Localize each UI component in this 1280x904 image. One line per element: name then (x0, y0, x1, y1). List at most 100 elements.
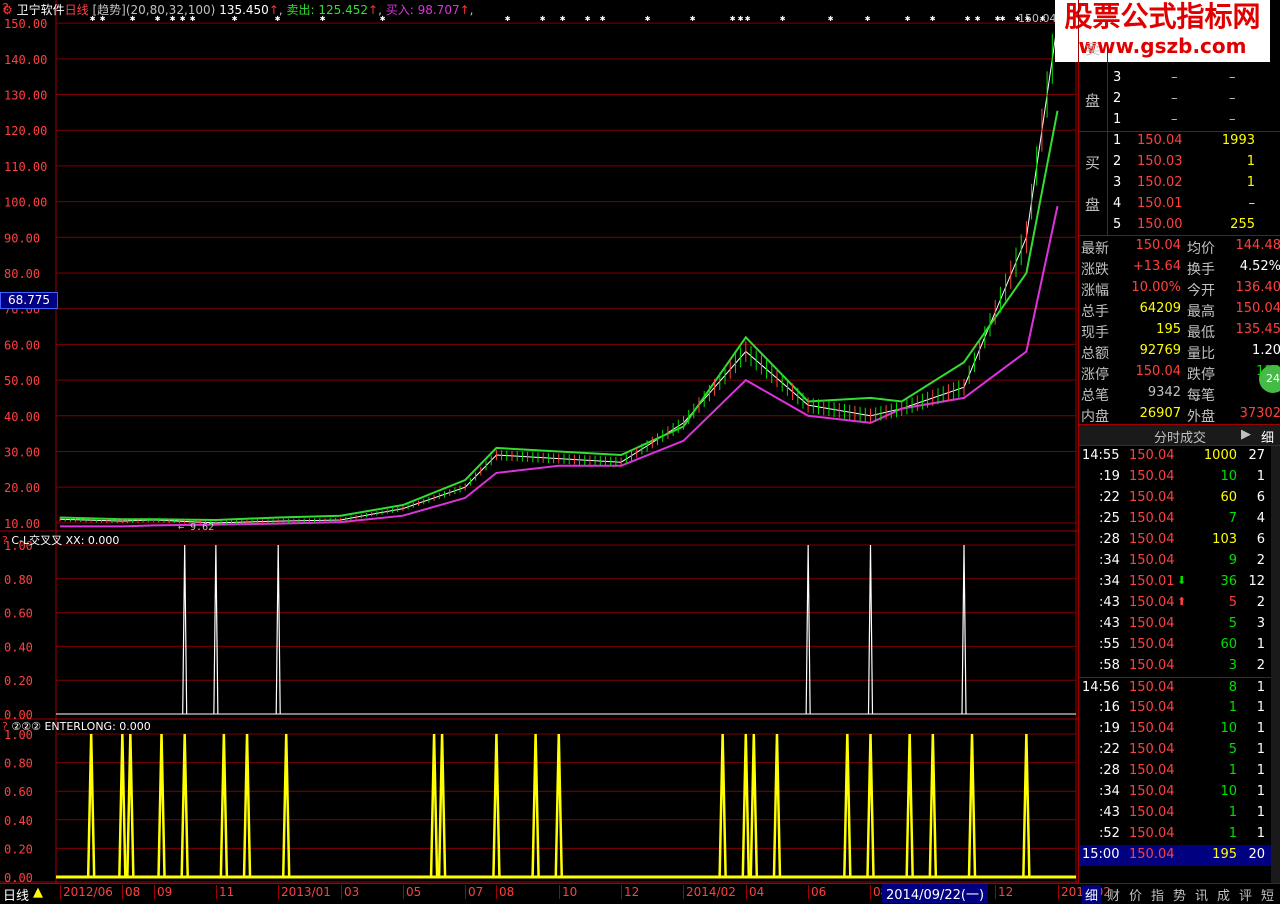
signal-spike (182, 544, 188, 715)
bid-volume: 1 (1246, 175, 1255, 190)
triangle-up-icon[interactable]: ▲ (33, 885, 43, 900)
tick-price: 150.04 (1129, 448, 1175, 463)
tick-row[interactable]: :28 150.04 1 1 (1079, 761, 1271, 782)
stat-row: 涨幅 10.00% 今开 136.40 (1079, 278, 1280, 299)
stat-key: 最新 (1081, 241, 1109, 257)
signal-spike (437, 733, 447, 878)
x-tick-label: 07 (465, 885, 483, 899)
tick-count: 20 (1248, 847, 1265, 862)
ind2-title[interactable]: ②②② (11, 720, 41, 733)
stock-name: 卫宁软件 (16, 3, 65, 17)
signal-spike (242, 733, 252, 878)
tick-time: :28 (1099, 763, 1120, 778)
ind1-tick-label: 0.60 (4, 607, 33, 621)
signal-marker: ✱ (975, 14, 981, 24)
sell-row[interactable]: 2 – – (1079, 89, 1280, 110)
tick-count: 1 (1256, 721, 1265, 736)
tick-volume: 36 (1220, 574, 1237, 589)
stat-key: 总额 (1081, 346, 1109, 362)
tick-row[interactable]: :34 150.04 10 1 (1079, 782, 1271, 803)
stat-row: 总手 64209 最高 150.04 (1079, 299, 1280, 320)
help-icon[interactable]: ? (2, 720, 8, 733)
detail-tab[interactable]: 细 (1261, 427, 1274, 446)
status-tab[interactable]: 指 (1148, 885, 1167, 904)
tick-row[interactable]: :55 150.04 60 1 (1079, 635, 1271, 656)
sell-row[interactable]: 1 – – (1079, 110, 1280, 131)
stat-value: 64209 (1139, 301, 1181, 316)
indicator2-header: ? ②②② ENTERLONG: 0.000 (2, 720, 151, 733)
buy-row[interactable]: 3 150.02 1 (1079, 173, 1280, 194)
status-tab[interactable]: 短 (1258, 885, 1277, 904)
tick-row[interactable]: :34 150.01 ⬇ 36 12 (1079, 572, 1271, 593)
tick-row[interactable]: :25 150.04 7 4 (1079, 509, 1271, 530)
status-tab[interactable]: 势 (1170, 885, 1189, 904)
ind2-tick-label: 0.00 (4, 871, 33, 883)
tick-row[interactable]: 15:00 150.04 195 20 (1079, 845, 1271, 866)
buy-row[interactable]: 4 150.01 – (1079, 194, 1280, 215)
tick-row[interactable]: 14:55 150.04 1000 27 (1079, 446, 1271, 467)
signal-spike (866, 733, 875, 878)
x-tick-label: 06 (808, 885, 826, 899)
tick-count: 1 (1256, 763, 1265, 778)
y-tick-label: 50.00 (4, 374, 40, 388)
buy-row[interactable]: 1 150.04 1993 (1079, 131, 1280, 152)
x-tick-label: 10 (559, 885, 577, 899)
tick-row[interactable]: :52 150.04 1 1 (1079, 824, 1271, 845)
signal-spike (867, 544, 874, 715)
status-tab[interactable]: 成 (1214, 885, 1233, 904)
tick-volume: 10 (1220, 784, 1237, 799)
tick-price: 150.04 (1129, 637, 1175, 652)
tick-row[interactable]: :16 150.04 1 1 (1079, 698, 1271, 719)
tick-row[interactable]: :58 150.04 3 2 (1079, 656, 1271, 677)
period-tab[interactable]: 日线 (3, 885, 29, 904)
status-tab[interactable]: 讯 (1192, 885, 1211, 904)
help-icon[interactable]: ? (2, 2, 9, 17)
y-tick-label: 100.00 (4, 196, 47, 210)
arrow-up-icon: ⬆ (1177, 595, 1187, 608)
tick-time: :58 (1099, 658, 1120, 673)
scrollbar[interactable] (1271, 446, 1280, 883)
signal-marker: ✱ (600, 14, 606, 24)
stat-key: 今开 (1187, 283, 1215, 299)
signal-spike (157, 733, 166, 878)
tick-volume: 10 (1220, 469, 1237, 484)
y-tick-label: 20.00 (4, 481, 40, 495)
tick-volume: 8 (1228, 680, 1237, 695)
bid-price: – (1171, 112, 1178, 127)
tick-row[interactable]: :22 150.04 60 6 (1079, 488, 1271, 509)
signal-spike (213, 544, 219, 715)
tick-price: 150.04 (1129, 553, 1175, 568)
status-tab[interactable]: 价 (1126, 885, 1145, 904)
status-tab[interactable]: 财 (1104, 885, 1123, 904)
signal-spike (531, 733, 540, 878)
tick-row[interactable]: :43 150.04 ⬆ 5 2 (1079, 593, 1271, 614)
crosshair-price-tag: 68.775 (0, 292, 58, 309)
signal-marker: ✱ (690, 14, 696, 24)
status-tab[interactable]: 细 (1082, 885, 1102, 904)
y-tick-label: 140.00 (4, 53, 47, 67)
tick-row[interactable]: :43 150.04 5 3 (1079, 614, 1271, 635)
sell-row[interactable]: 3 – – (1079, 68, 1280, 89)
triangle-right-icon[interactable]: ▶ (1241, 427, 1251, 442)
tick-row[interactable]: :19 150.04 10 1 (1079, 467, 1271, 488)
ind1-title[interactable]: C-L交叉叉 (11, 534, 62, 547)
tick-row[interactable]: :34 150.04 9 2 (1079, 551, 1271, 572)
signal-spike (843, 733, 852, 878)
kline-chart[interactable]: ✱ ✱ ✱ ✱ ✱ ✱ ✱ ✱ ✱ ✱ ✱ ✱ ✱ ✱ ✱ ✱ ✱ ✱ ✱ ✱ ✱ ✱ ✱ ✱ ✱ ✱ ✱ ✱ ✱ ✱ ✱ ✱ ✱ 150.00… (0, 0, 1078, 883)
tick-price: 150.04 (1129, 721, 1175, 736)
badge-24[interactable]: 24 (1259, 365, 1280, 393)
status-tab[interactable]: 评 (1236, 885, 1255, 904)
tick-row[interactable]: :43 150.04 1 1 (1079, 803, 1271, 824)
indicator-name[interactable]: [趋势] (92, 3, 125, 17)
signal-spike (219, 733, 229, 878)
buy-row[interactable]: 2 150.03 1 (1079, 152, 1280, 173)
tick-row[interactable]: 14:56 150.04 8 1 (1079, 677, 1271, 699)
help-icon[interactable]: ? (2, 534, 8, 547)
buy-row[interactable]: 5 150.00 255 (1079, 215, 1280, 236)
stat-value: 1.20 (1252, 343, 1280, 358)
tick-row[interactable]: :19 150.04 10 1 (1079, 719, 1271, 740)
tick-row[interactable]: :28 150.04 103 6 (1079, 530, 1271, 551)
tick-row[interactable]: :22 150.04 5 1 (1079, 740, 1271, 761)
tick-count: 12 (1248, 574, 1265, 589)
indicator-enterlong-signals (56, 733, 1076, 879)
